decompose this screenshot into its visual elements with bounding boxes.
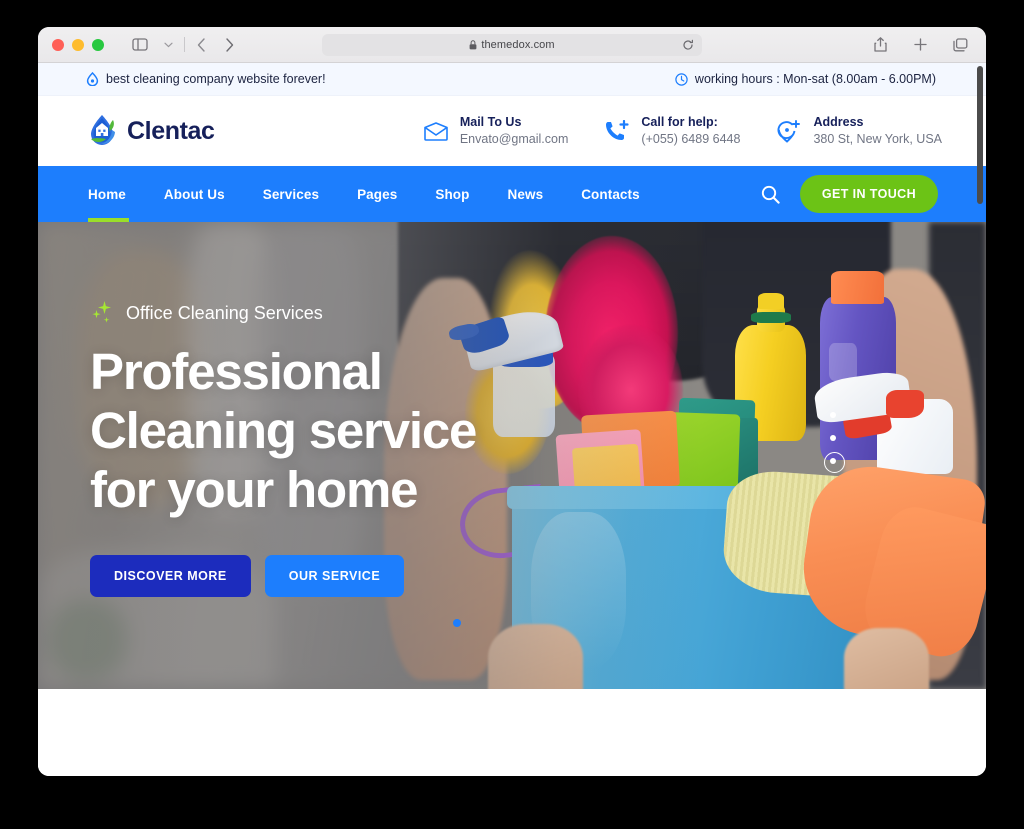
phone-plus-icon [604,118,630,144]
plus-icon[interactable] [906,32,934,58]
reload-icon[interactable] [682,39,694,51]
desktop-backdrop: themedox.com best cleaning company websi… [0,0,1024,829]
contact-address[interactable]: Address 380 St, New York, USA [776,114,960,148]
toolbar-divider [184,37,185,52]
hero-eyebrow: Office Cleaning Services [90,300,476,326]
maximize-window-button[interactable] [92,38,104,51]
hero-headline: Professional Cleaning service for your h… [90,342,477,519]
hero-section: Office Cleaning Services Professional Cl… [38,222,986,689]
hero-bottom-indicator-dot[interactable] [453,619,461,627]
droplet-icon [86,72,99,86]
window-traffic-lights[interactable] [38,38,104,51]
scrollbar-thumb[interactable] [977,66,983,204]
address-bar[interactable]: themedox.com [322,33,702,56]
contact-phone[interactable]: Call for help: (+055) 6489 6448 [604,114,776,148]
slider-dot-3-active[interactable] [823,451,845,473]
hero-headline-line-3: for your home [90,461,418,519]
contact-mail-label: Mail To Us [459,115,522,130]
nav-item-news[interactable]: News [489,166,563,222]
slider-dot-1[interactable] [830,412,836,418]
tab-overview-icon[interactable] [946,32,974,58]
hero-buttons: DISCOVER MORE OUR SERVICE [90,555,476,598]
contact-mail[interactable]: Mail To Us Envato@gmail.com [423,114,605,148]
working-hours-text: working hours : Mon-sat (8.00am - 6.00PM… [694,72,936,86]
nav-links: Home About Us Services Pages Shop News C… [88,166,659,222]
sparkle-icon [90,300,116,326]
page-scrollbar[interactable] [973,63,986,776]
nav-item-home[interactable]: Home [88,166,145,222]
nav-item-contacts[interactable]: Contacts [562,166,659,222]
minimize-window-button[interactable] [72,38,84,51]
contact-phone-value: (+055) 6489 6448 [641,132,741,146]
working-hours: working hours : Mon-sat (8.00am - 6.00PM… [675,72,936,86]
address-bar-url: themedox.com [481,38,555,51]
forward-arrow-icon[interactable] [215,32,243,58]
nav-item-about-us[interactable]: About Us [145,166,244,222]
contact-mail-value: Envato@gmail.com [459,132,569,146]
back-arrow-icon[interactable] [187,32,215,58]
below-hero-section [38,689,986,776]
browser-window: themedox.com best cleaning company websi… [38,27,986,776]
hero-eyebrow-text: Office Cleaning Services [126,302,323,323]
our-service-button[interactable]: OUR SERVICE [264,555,405,598]
get-in-touch-button[interactable]: GET IN TOUCH [799,175,938,213]
hero-slider-dots[interactable] [823,412,845,473]
contact-phone-label: Call for help: [641,115,718,130]
house-droplet-logo-icon [88,114,118,148]
nav-item-services[interactable]: Services [244,166,338,222]
brand-name: Clentac [127,116,215,145]
search-icon[interactable] [760,183,782,205]
announcement-tagline: best cleaning company website forever! [86,72,326,86]
lock-icon [469,39,477,50]
location-pin-plus-icon [776,118,802,144]
chevron-down-icon[interactable] [154,32,182,58]
contact-address-value: 380 St, New York, USA [813,132,942,146]
header-contacts: Mail To Us Envato@gmail.com Call for hel… [423,114,960,148]
announcement-bar: best cleaning company website forever! w… [38,63,986,96]
announcement-text: best cleaning company website forever! [106,72,326,86]
browser-toolbar: themedox.com [38,27,986,63]
hero-content: Office Cleaning Services Professional Cl… [90,300,477,598]
nav-item-pages[interactable]: Pages [338,166,416,222]
close-window-button[interactable] [52,38,64,51]
hero-headline-line-1: Professional [90,343,383,400]
page-viewport: best cleaning company website forever! w… [38,63,986,776]
contact-address-label: Address [813,115,864,130]
main-navigation: Home About Us Services Pages Shop News C… [38,166,986,222]
slider-dot-2[interactable] [830,435,836,441]
share-icon[interactable] [866,32,894,58]
brand-logo[interactable]: Clentac [88,114,215,148]
site-header: Clentac Mail To Us Envato@gmail.com Call… [38,96,986,166]
sidebar-toggle-icon[interactable] [126,32,154,58]
nav-item-shop[interactable]: Shop [416,166,488,222]
clock-icon [675,72,688,86]
discover-more-button[interactable]: DISCOVER MORE [90,555,251,598]
envelope-icon [423,118,449,144]
hero-headline-line-2: Cleaning service [90,402,477,460]
